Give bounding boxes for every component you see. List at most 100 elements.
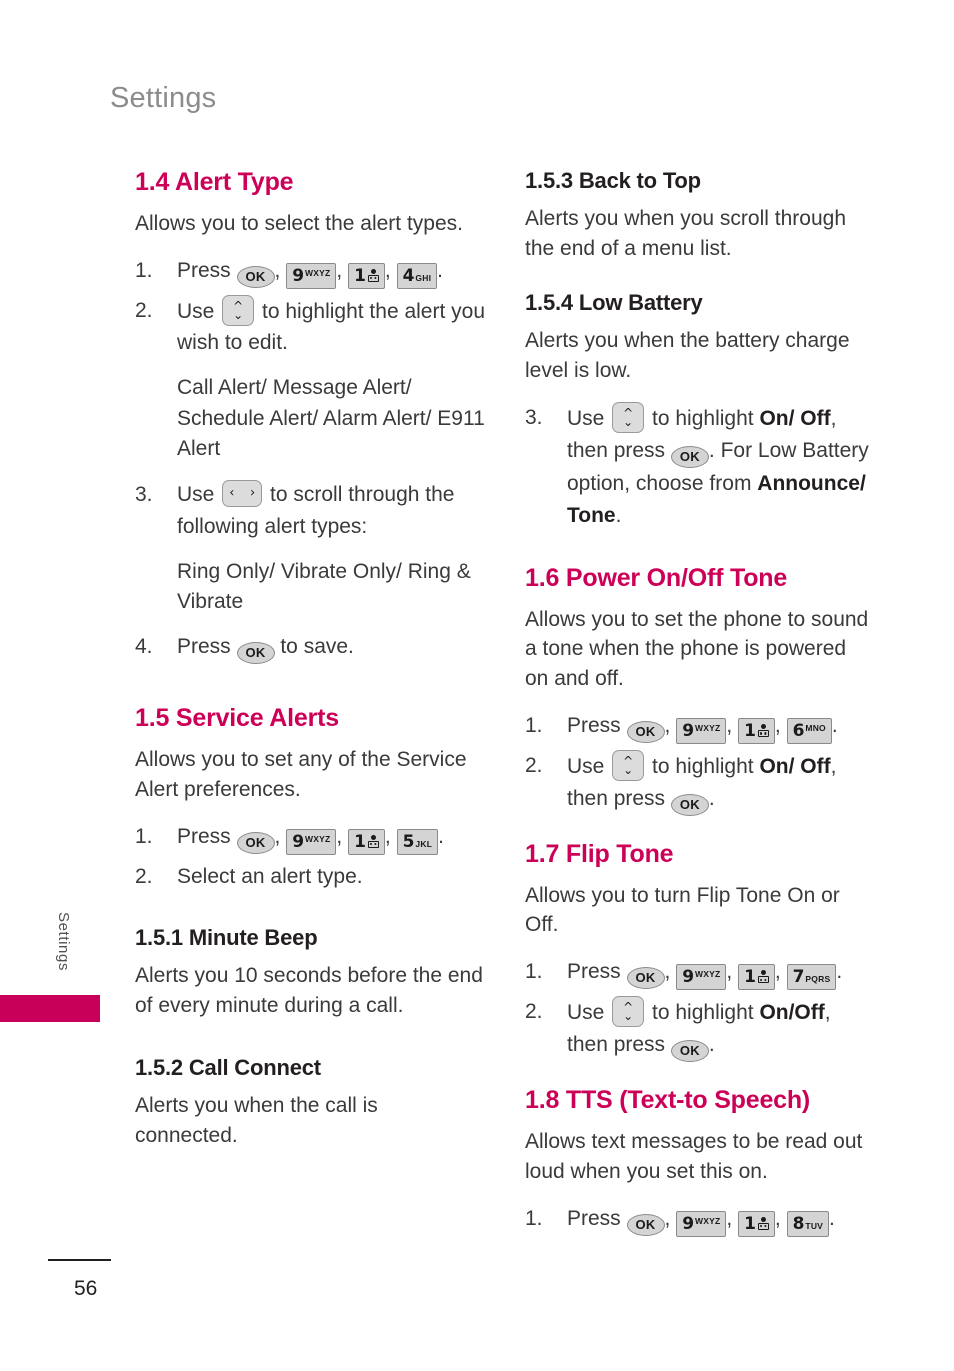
key-1-icon: 1 [348, 828, 385, 855]
step-text: to highlight [646, 1001, 760, 1025]
comma: , [774, 1206, 787, 1230]
step-text: Select an alert type. [177, 864, 363, 888]
page-number: 56 [74, 1277, 98, 1300]
comma: , [774, 960, 787, 984]
section-1-5-4-steps: 3. Use ^ ⌄ to highlight On/ Off, then pres… [525, 402, 875, 532]
ok-key-icon: OK [670, 445, 709, 468]
option-on-off: On/Off [759, 1001, 825, 1025]
section-1-5-3-body: Alerts you when you scroll through the e… [525, 207, 846, 261]
step-number: 2. [525, 1000, 543, 1024]
ok-key-icon: OK [236, 642, 275, 665]
voicemail-icon [757, 723, 769, 737]
comma: , [336, 258, 349, 282]
up-down-rocker-icon: ^ ⌄ [612, 402, 645, 434]
up-down-rocker-icon: ^ ⌄ [222, 294, 255, 326]
section-1-5-steps: 1. Press OK, 9WXYZ, 1, 5JKL. 2. Select an … [135, 821, 485, 893]
section-title-1-5-4: 1.5.4 Low Battery [525, 290, 703, 316]
comma: , [664, 960, 677, 984]
left-column: 1.4 Alert Type Allows you to select the … [135, 168, 485, 1251]
alert-type-list: Call Alert/ Message Alert/ Schedule Aler… [177, 376, 485, 461]
section-title-1-5-1: 1.5.1 Minute Beep [135, 924, 318, 950]
step-text: to highlight [646, 754, 760, 778]
voicemail-icon [367, 268, 379, 282]
step-text: Press [567, 1206, 627, 1230]
step-item: 1. Press OK, 9WXYZ, 1, 8TUV. [525, 1203, 875, 1237]
key-7-icon: 7PQRS [786, 964, 837, 991]
ok-key-icon: OK [236, 831, 275, 854]
section-1-8-intro: Allows text messages to be read out loud… [525, 1129, 863, 1183]
comma: , [384, 258, 397, 282]
step-text: Press [177, 258, 237, 282]
comma: , [726, 960, 739, 984]
section-title-1-4: 1.4 Alert Type [135, 168, 294, 196]
step-text-tail: . [708, 1033, 715, 1057]
step-text-tail: . [831, 713, 838, 737]
step-number: 1. [525, 1206, 543, 1230]
step-text-tail: . [438, 824, 444, 848]
content-columns: 1.4 Alert Type Allows you to select the … [135, 168, 875, 1251]
step-text: Press [177, 635, 237, 659]
side-tab-label: Settings [55, 912, 72, 971]
ring-type-list: Ring Only/ Vibrate Only/ Ring & Vibrate [177, 559, 471, 613]
comma: , [726, 713, 739, 737]
section-1-5-intro: Allows you to set any of the Service Ale… [135, 748, 467, 801]
section-1-6-steps: 1. Press OK, 9WXYZ, 1, 6MNO. 2. Use ^ ⌄ to … [525, 710, 875, 816]
key-9-icon: 9WXYZ [676, 1210, 727, 1237]
section-1-7-steps: 1. Press OK, 9WXYZ, 1, 7PQRS. 2. Use ^ ⌄ to… [525, 956, 875, 1063]
step-item: 2. Use ^ ⌄ to highlight On/Off, then press… [525, 996, 875, 1063]
section-title-1-7: 1.7 Flip Tone [525, 839, 674, 868]
left-right-rocker-icon: ‹ › [222, 479, 263, 507]
key-5-icon: 5JKL [396, 828, 439, 855]
key-9-icon: 9WXYZ [286, 828, 337, 855]
step-text: Press [567, 713, 627, 737]
step-number: 3. [135, 482, 153, 506]
comma: , [336, 824, 349, 848]
step-item: 3. Use ‹ › to scroll through the following… [135, 479, 485, 543]
section-title-1-5-3: 1.5.3 Back to Top [525, 168, 701, 193]
step-number: 2. [135, 298, 153, 322]
section-1-5-1-body: Alerts you 10 seconds before the end of … [135, 964, 483, 1017]
step-text: Press [177, 824, 237, 848]
step-text-tail: to save. [274, 635, 354, 659]
key-9-icon: 9WXYZ [676, 717, 727, 744]
section-title-1-6: 1.6 Power On/Off Tone [525, 563, 788, 592]
section-1-7-intro: Allows you to turn Flip Tone On or Off. [525, 883, 840, 937]
section-1-8-steps: 1. Press OK, 9WXYZ, 1, 8TUV. [525, 1203, 875, 1237]
step-text-tail: . [836, 960, 843, 984]
up-down-rocker-icon: ^ ⌄ [612, 749, 645, 781]
ok-key-icon: OK [626, 1213, 665, 1236]
section-title-1-8: 1.8 TTS (Text-to Speech) [525, 1086, 811, 1115]
comma: , [664, 713, 677, 737]
step-item: 2. Use ^ ⌄ to highlight On/ Off, then pres… [525, 749, 875, 816]
comma: , [274, 824, 287, 848]
up-down-rocker-icon: ^ ⌄ [612, 996, 645, 1028]
step-item: 2. Select an alert type. [135, 861, 485, 893]
section-1-6-intro: Allows you to set the phone to sound a t… [525, 607, 869, 691]
ok-key-icon: OK [626, 720, 665, 743]
key-8-icon: 8TUV [786, 1210, 830, 1237]
step-number: 1. [135, 258, 153, 282]
step-number: 1. [525, 713, 543, 737]
step-text-tail: . [615, 503, 622, 527]
step-number: 3. [525, 406, 543, 430]
key-6-icon: 6MNO [786, 717, 832, 744]
comma: , [384, 824, 397, 848]
section-1-4-steps-end: 4. Press OK to save. [135, 631, 485, 665]
section-1-5-4-body: Alerts you when the battery charge level… [525, 329, 850, 383]
step-number: 4. [135, 635, 153, 659]
step-item: 1. Press OK, 9WXYZ, 1, 5JKL. [135, 821, 485, 855]
key-1-icon: 1 [738, 1210, 775, 1237]
section-1-5-2-body: Alerts you when the call is connected. [135, 1094, 378, 1147]
option-on-off: On/ Off [759, 754, 831, 778]
key-1-icon: 1 [738, 717, 775, 744]
ok-key-icon: OK [236, 265, 275, 288]
comma: , [726, 1206, 739, 1230]
step-number: 2. [135, 864, 153, 888]
step-text-tail: . [708, 786, 715, 810]
section-1-4-steps-cont: 3. Use ‹ › to scroll through the following… [135, 479, 485, 543]
side-tab-swatch [0, 995, 100, 1022]
step-number: 2. [525, 753, 543, 777]
voicemail-icon [757, 970, 769, 984]
step-text: Use [567, 754, 611, 778]
step-number: 1. [525, 960, 543, 984]
